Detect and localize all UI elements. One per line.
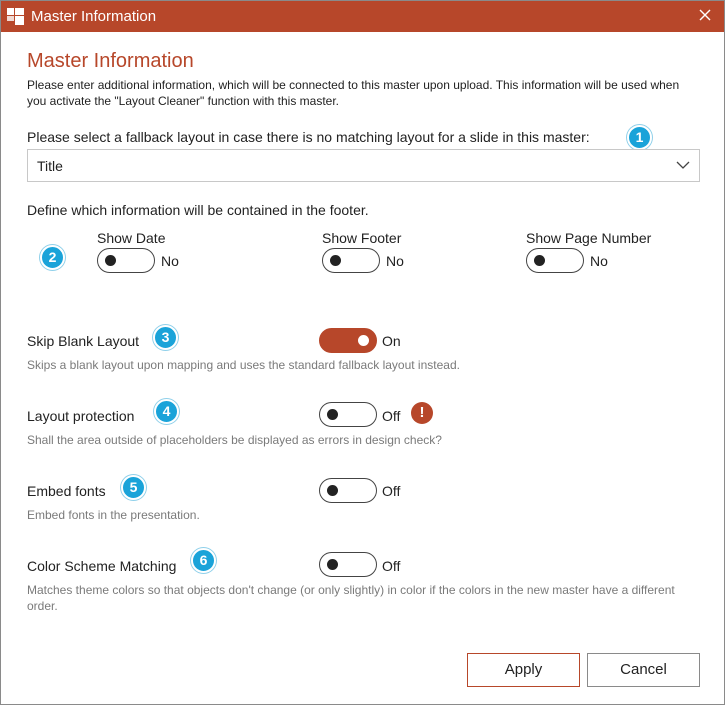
show-footer-toggle[interactable] bbox=[322, 248, 380, 273]
close-button[interactable] bbox=[692, 4, 718, 30]
cancel-button[interactable]: Cancel bbox=[587, 653, 700, 687]
layout-protection-state: Off bbox=[382, 408, 401, 424]
layout-protection-description: Shall the area outside of placeholders b… bbox=[27, 433, 442, 447]
layout-protection-label: Layout protection bbox=[27, 408, 135, 424]
layout-protection-toggle[interactable] bbox=[319, 402, 377, 427]
toggle-knob bbox=[534, 255, 545, 266]
title-bar: Master Information bbox=[1, 1, 724, 32]
app-logo-icon bbox=[7, 8, 24, 25]
intro-text: Please enter additional information, whi… bbox=[27, 78, 680, 108]
page-title: Master Information bbox=[27, 50, 194, 72]
toggle-knob bbox=[358, 335, 369, 346]
toggle-knob bbox=[330, 255, 341, 266]
show-page-number-state: No bbox=[590, 253, 608, 269]
color-scheme-matching-label: Color Scheme Matching bbox=[27, 558, 177, 574]
color-scheme-matching-state: Off bbox=[382, 558, 401, 574]
show-date-state: No bbox=[161, 253, 179, 269]
apply-button[interactable]: Apply bbox=[467, 653, 580, 687]
show-footer-label: Show Footer bbox=[322, 230, 402, 246]
embed-fonts-toggle[interactable] bbox=[319, 478, 377, 503]
show-page-number-label: Show Page Number bbox=[526, 230, 652, 246]
toggle-knob bbox=[327, 485, 338, 496]
window-title: Master Information bbox=[31, 8, 157, 25]
color-scheme-matching-description: Matches theme colors so that objects don… bbox=[27, 583, 675, 613]
toggle-knob bbox=[327, 559, 338, 570]
master-information-dialog: Master Information Master Information Pl… bbox=[0, 0, 725, 705]
skip-blank-layout-state: On bbox=[382, 333, 401, 349]
embed-fonts-state: Off bbox=[382, 483, 401, 499]
show-footer-state: No bbox=[386, 253, 404, 269]
callout-badge-6: 6 bbox=[191, 548, 216, 573]
chevron-down-icon bbox=[676, 161, 690, 169]
toggle-knob bbox=[105, 255, 116, 266]
fallback-layout-select[interactable]: Title bbox=[27, 149, 700, 182]
toggle-knob bbox=[327, 409, 338, 420]
show-date-label: Show Date bbox=[97, 230, 166, 246]
color-scheme-matching-toggle[interactable] bbox=[319, 552, 377, 577]
callout-badge-2: 2 bbox=[40, 245, 65, 270]
callout-badge-1: 1 bbox=[627, 125, 652, 150]
callout-badge-3: 3 bbox=[153, 325, 178, 350]
show-date-toggle[interactable] bbox=[97, 248, 155, 273]
show-page-number-toggle[interactable] bbox=[526, 248, 584, 273]
skip-blank-layout-toggle[interactable] bbox=[319, 328, 377, 353]
close-icon bbox=[699, 9, 711, 21]
fallback-layout-label: Please select a fallback layout in case … bbox=[27, 129, 590, 145]
skip-blank-layout-label: Skip Blank Layout bbox=[27, 333, 140, 349]
embed-fonts-label: Embed fonts bbox=[27, 483, 106, 499]
callout-badge-4: 4 bbox=[154, 399, 179, 424]
fallback-layout-value: Title bbox=[37, 158, 63, 174]
skip-blank-layout-description: Skips a blank layout upon mapping and us… bbox=[27, 358, 460, 372]
embed-fonts-description: Embed fonts in the presentation. bbox=[27, 508, 200, 522]
callout-badge-5: 5 bbox=[121, 475, 146, 500]
footer-info-label: Define which information will be contain… bbox=[27, 202, 369, 218]
warning-icon: ! bbox=[411, 402, 433, 424]
